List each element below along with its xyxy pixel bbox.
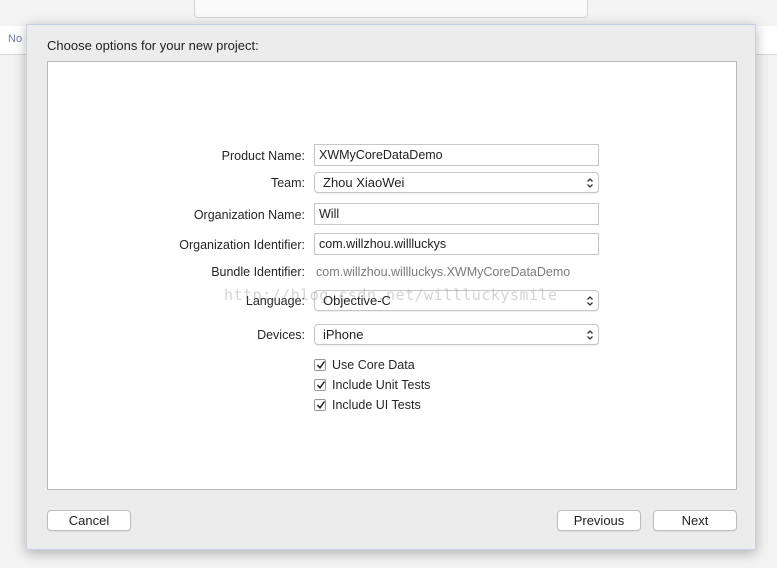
team-label: Team: [270,176,305,190]
team-popup[interactable]: Zhou XiaoWei [314,172,599,193]
use-core-data-label: Use Core Data [332,358,415,372]
devices-popup[interactable]: iPhone [314,324,599,345]
devices-label: Devices: [257,328,305,342]
organization-identifier-field[interactable] [314,233,599,255]
background-left-label: No [8,33,23,45]
background-toolbar-field [194,0,588,18]
bundle-identifier-label: Bundle Identifier: [211,265,305,279]
include-unit-tests-label: Include Unit Tests [332,378,431,392]
checkmark-icon [316,401,326,409]
checkmark-icon [316,361,326,369]
use-core-data-checkbox[interactable] [314,359,326,371]
sheet-title: Choose options for your new project: [47,38,259,53]
include-ui-tests-label: Include UI Tests [332,398,421,412]
next-button[interactable]: Next [653,510,737,531]
include-ui-tests-checkbox[interactable] [314,399,326,411]
updown-chevron-icon [587,330,593,340]
options-panel: Product Name: Team: Zhou XiaoWei Organiz… [47,61,737,490]
checkmark-icon [316,381,326,389]
watermark-text: http://blog.csdn.net/willluckysmile [224,286,558,304]
include-unit-tests-checkbox[interactable] [314,379,326,391]
organization-name-label: Organization Name: [193,208,305,222]
updown-chevron-icon [587,178,593,188]
background-right-strip [756,26,777,55]
cancel-button[interactable]: Cancel [47,510,131,531]
product-name-field[interactable] [314,144,599,166]
team-popup-value: Zhou XiaoWei [323,175,405,190]
previous-button[interactable]: Previous [557,510,641,531]
product-name-label: Product Name: [221,149,305,163]
new-project-options-sheet: Choose options for your new project: Pro… [26,24,756,550]
updown-chevron-icon [587,296,593,306]
organization-identifier-label: Organization Identifier: [179,238,305,252]
organization-name-field[interactable] [314,203,599,225]
bundle-identifier-value: com.willzhou.willluckys.XWMyCoreDataDemo [316,265,571,279]
devices-popup-value: iPhone [323,327,364,342]
